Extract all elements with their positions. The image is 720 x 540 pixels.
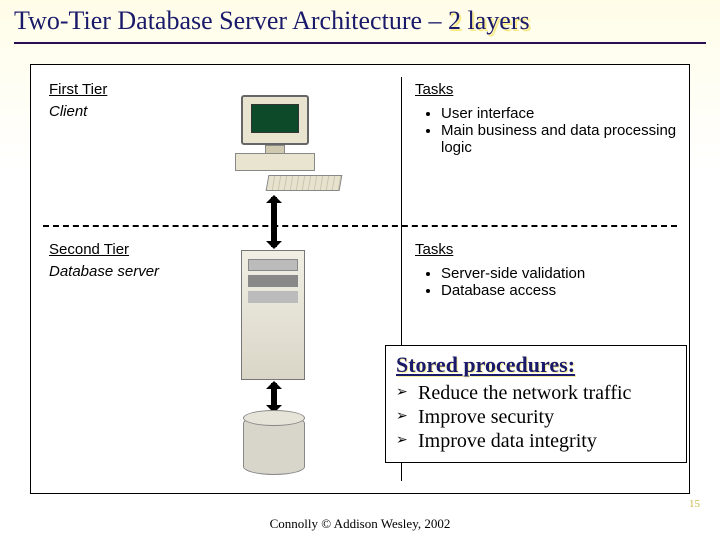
tier1-heading: First Tier xyxy=(49,81,107,98)
slide-title: Two-Tier Database Server Architecture – … xyxy=(0,0,720,38)
database-cylinder-icon xyxy=(243,415,305,475)
stored-item: Reduce the network traffic xyxy=(418,382,676,405)
tier2-tasks: Server-side validation Database access xyxy=(423,265,677,299)
tier1-sub: Client xyxy=(49,103,87,120)
title-text: Two-Tier Database Server Architecture – xyxy=(14,6,448,35)
tier2-heading: Second Tier xyxy=(49,241,129,258)
architecture-diagram: First Tier Client Tasks User interface M… xyxy=(30,64,690,494)
server-tower-icon xyxy=(241,250,305,380)
tier1-tasks: User interface Main business and data pr… xyxy=(423,105,677,156)
tier2-sub: Database server xyxy=(49,263,159,280)
stored-item: Improve data integrity xyxy=(418,430,676,453)
stored-procedures-callout: Stored procedures: Reduce the network tr… xyxy=(385,345,687,463)
task-item: Database access xyxy=(441,282,677,299)
page-number: 15 xyxy=(689,498,700,510)
task-item: User interface xyxy=(441,105,677,122)
tier1-tasks-heading: Tasks xyxy=(415,81,453,98)
title-emphasis: 2 layers xyxy=(448,6,530,35)
bidirectional-arrow-icon xyxy=(271,383,277,411)
title-underline xyxy=(14,42,706,44)
tier2-tasks-heading: Tasks xyxy=(415,241,453,258)
tier-separator xyxy=(43,225,677,227)
client-computer-icon xyxy=(231,95,341,195)
task-item: Main business and data processing logic xyxy=(441,122,677,156)
bidirectional-arrow-icon xyxy=(271,197,277,247)
task-item: Server-side validation xyxy=(441,265,677,282)
stored-heading: Stored procedures: xyxy=(396,352,676,378)
stored-item: Improve security xyxy=(418,406,676,429)
credit-line: Connolly © Addison Wesley, 2002 xyxy=(0,516,720,532)
